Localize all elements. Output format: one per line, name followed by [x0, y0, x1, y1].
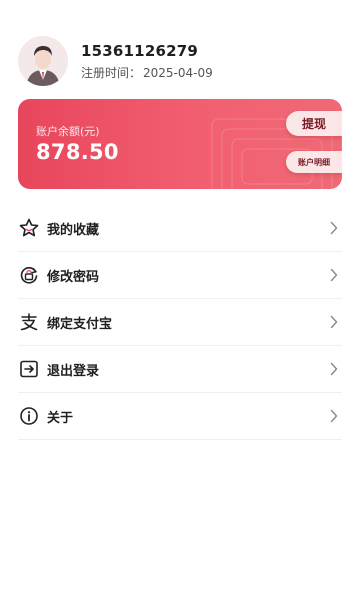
- profile-header: 15361126279 注册时间： 2025-04-09: [18, 36, 338, 88]
- chevron-right-icon: [330, 362, 338, 376]
- balance-amount: 878.50: [36, 140, 119, 164]
- chevron-right-icon: [330, 221, 338, 235]
- phone-number: 15361126279: [81, 42, 199, 60]
- menu-item-logout[interactable]: 退出登录: [18, 346, 342, 393]
- star-icon: [18, 217, 40, 239]
- withdraw-button[interactable]: 提现: [286, 111, 342, 136]
- balance-label: 账户余额(元): [36, 125, 100, 138]
- logout-icon: [18, 358, 40, 380]
- balance-card: 账户余额(元) 878.50 提现 账户明细: [18, 99, 342, 189]
- user-avatar-icon: [18, 36, 68, 86]
- register-time-label: 注册时间：: [81, 66, 142, 80]
- menu-item-label: 绑定支付宝: [47, 316, 113, 332]
- avatar[interactable]: [18, 36, 68, 86]
- chevron-right-icon: [330, 315, 338, 329]
- password-lock-icon: [18, 264, 40, 286]
- chevron-right-icon: [330, 409, 338, 423]
- info-icon: [18, 405, 40, 427]
- account-detail-button[interactable]: 账户明细: [286, 151, 342, 173]
- settings-menu: 我的收藏 修改密码 绑定支付宝 退出登录 关于: [18, 205, 342, 440]
- menu-item-label: 我的收藏: [47, 222, 100, 238]
- chevron-right-icon: [330, 268, 338, 282]
- menu-item-label: 修改密码: [47, 269, 100, 285]
- register-time: 注册时间： 2025-04-09: [81, 64, 213, 81]
- menu-item-favorites[interactable]: 我的收藏: [18, 205, 342, 252]
- menu-item-label: 关于: [47, 410, 74, 426]
- menu-item-change-password[interactable]: 修改密码: [18, 252, 342, 299]
- alipay-icon: [18, 311, 40, 333]
- menu-item-bind-alipay[interactable]: 绑定支付宝: [18, 299, 342, 346]
- menu-item-label: 退出登录: [47, 363, 100, 379]
- register-time-value: 2025-04-09: [143, 66, 213, 80]
- menu-item-about[interactable]: 关于: [18, 393, 342, 440]
